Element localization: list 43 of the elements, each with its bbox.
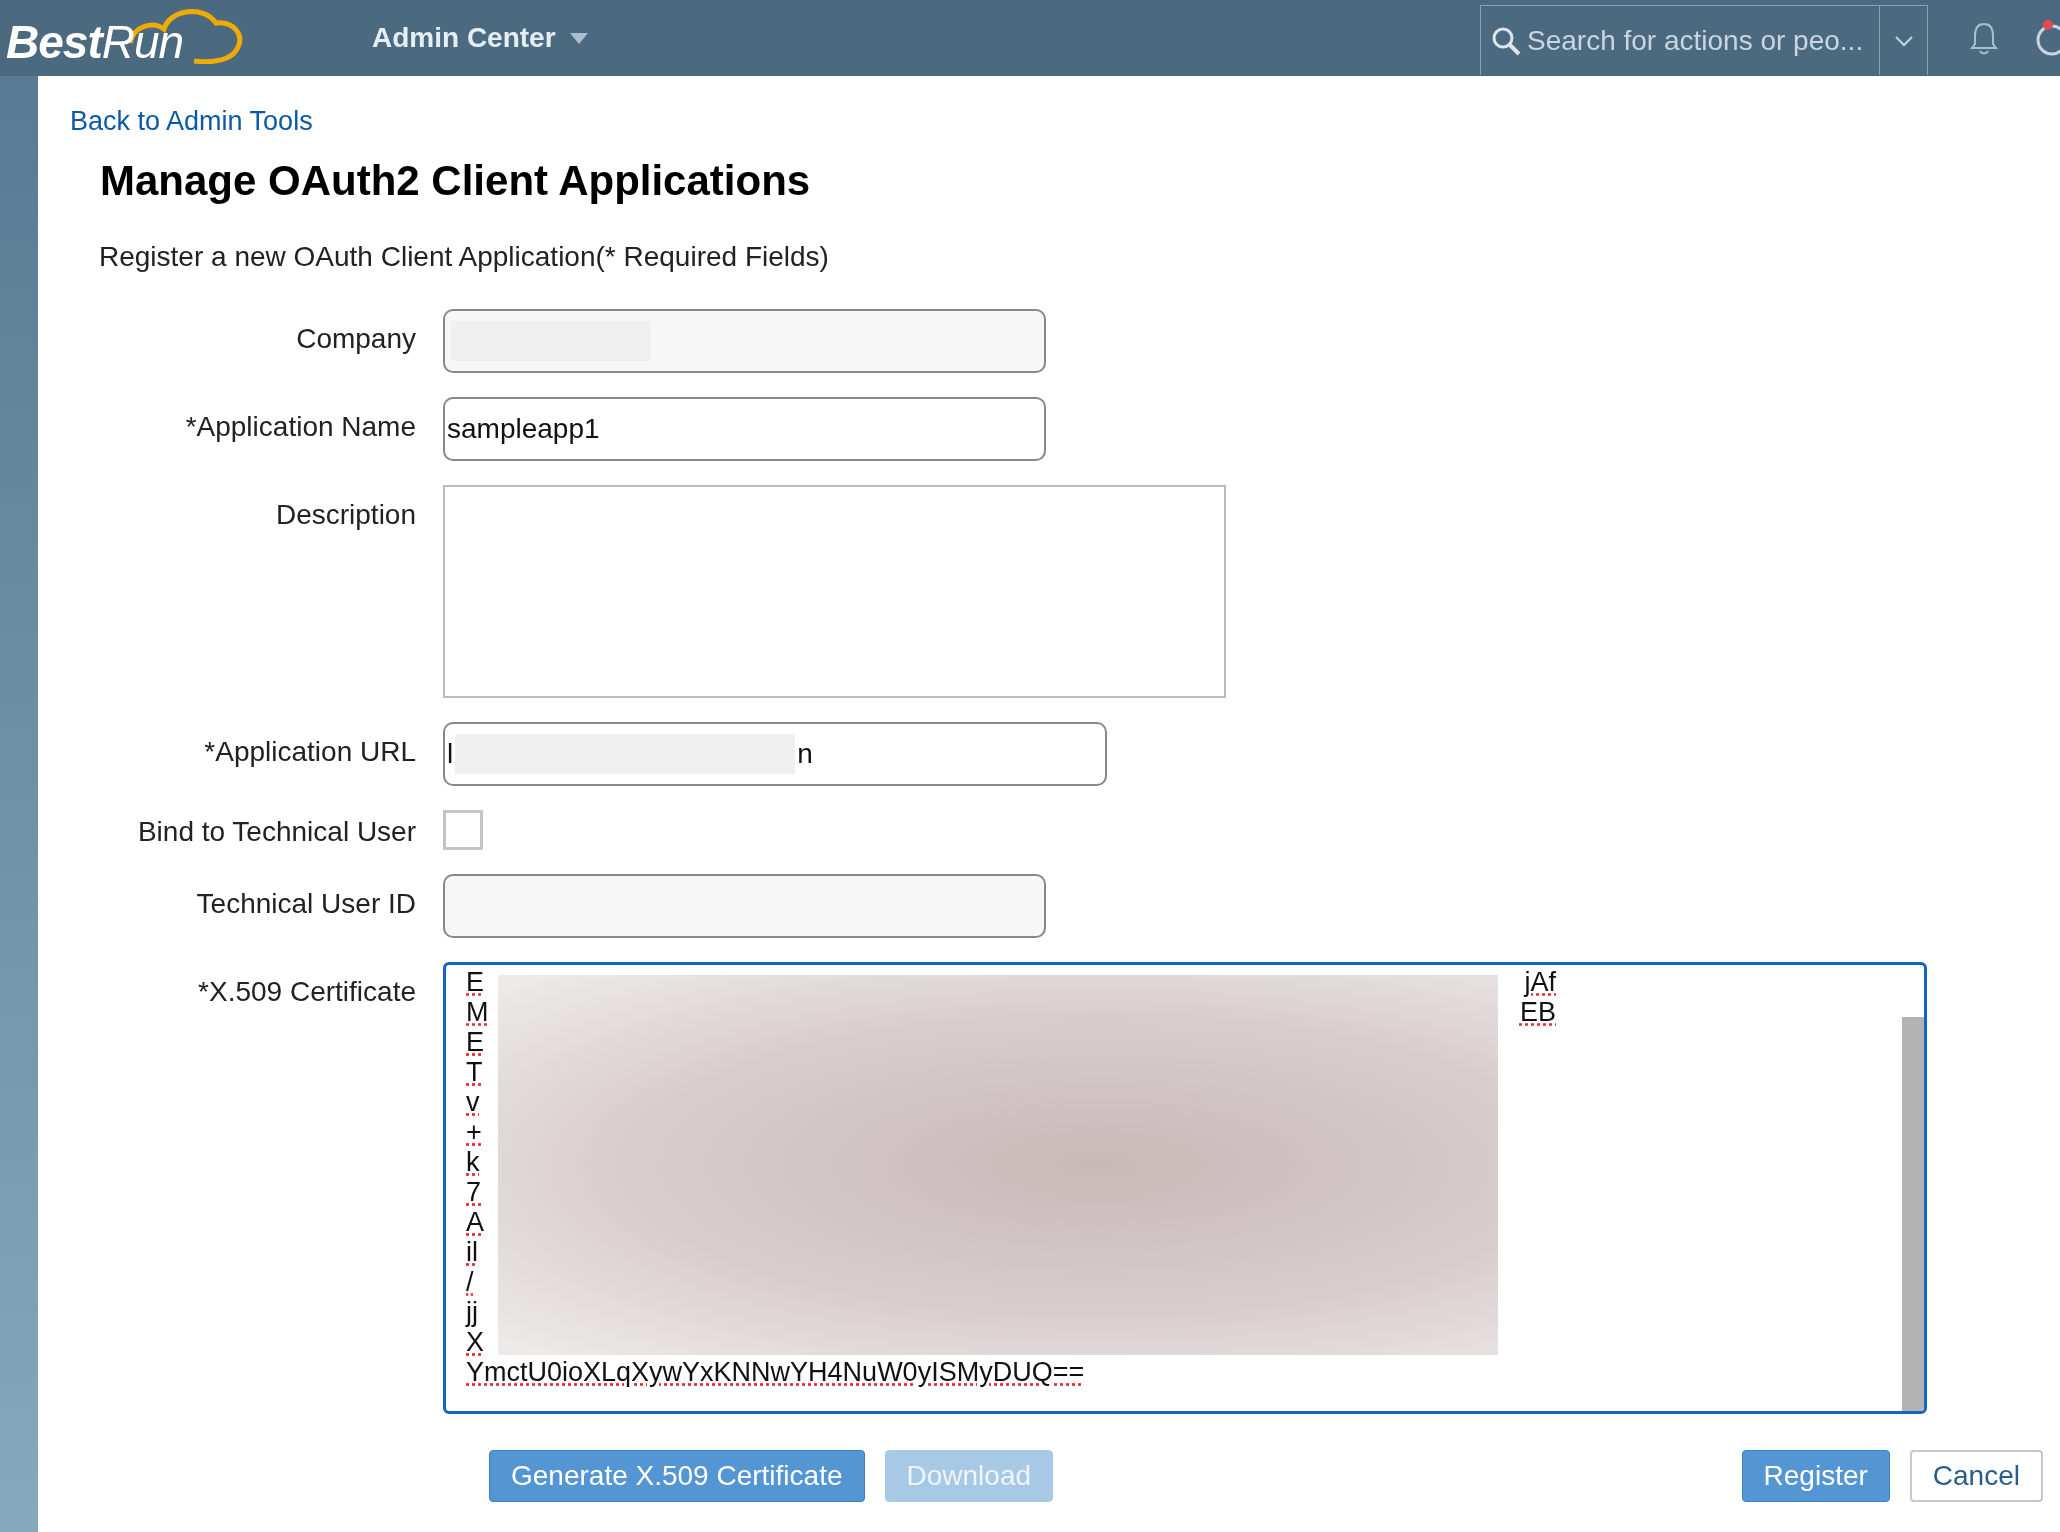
certificate-line: jAf [1524, 967, 1556, 997]
text-area[interactable] [443, 485, 1226, 698]
certificate-line: M [466, 997, 489, 1027]
bell-icon[interactable] [1970, 21, 1998, 55]
certificate-line: + [466, 1117, 482, 1147]
logo-text: BestRun [6, 15, 184, 69]
field-label: *Application Name [184, 410, 416, 443]
scrollbar[interactable] [1902, 1017, 1924, 1411]
certificate-line: 7 [466, 1177, 482, 1207]
form-description: Register a new OAuth Client Application(* Required Fields) [99, 241, 830, 273]
back-link[interactable]: Back to Admin Tools [70, 106, 313, 137]
search-input[interactable]: Search for actions or peo... [1521, 24, 1879, 57]
field-label: Company [295, 322, 416, 355]
field-label: *X.509 Certificate [197, 975, 416, 1008]
certificate-line: A [466, 1207, 484, 1237]
search-icon [1491, 25, 1521, 56]
certificate-line: EB [1519, 997, 1556, 1027]
checkbox[interactable] [443, 810, 483, 850]
chevron-icon [1893, 34, 1914, 47]
certificate-line: T [466, 1057, 483, 1087]
field-label: Technical User ID [195, 887, 416, 920]
input-field[interactable] [443, 874, 1046, 938]
certificate-line: k [466, 1147, 480, 1177]
input-field[interactable] [443, 309, 1046, 373]
certificate-line: YmctU0ioXLqXywYxKNNwYH4NuW0yISMyDUQ== [466, 1357, 1085, 1387]
field-label: *Application URL [203, 735, 416, 768]
certificate-line: il [466, 1237, 478, 1267]
certificate-line: E [466, 1027, 484, 1057]
certificate-line: v [466, 1087, 480, 1117]
caret-icon [569, 32, 588, 44]
field-label: Description [274, 498, 416, 531]
certificate-line: E [466, 967, 484, 997]
search-field[interactable]: Search for actions or peo... [1480, 5, 1928, 75]
certificate-line: jj [466, 1297, 478, 1327]
field-label: Bind to Technical User [136, 815, 416, 848]
input-field[interactable]: sampleapp1 [443, 397, 1046, 461]
certificate-line: / [466, 1267, 474, 1297]
admin-center-menu[interactable]: Admin Center [372, 22, 588, 54]
input-field[interactable]: l n [443, 722, 1107, 786]
certificate-text-area[interactable]: E jAf M EB E T v + k 7 A il / jj X YmctU0ioXLqXywYxKNNwYH4NuW0yISMyDUQ== [443, 962, 1927, 1414]
certificate-line: X [466, 1327, 484, 1357]
cancel-button[interactable]: Cancel [1909, 1450, 2043, 1502]
page-title: Manage OAuth2 Client Applications [100, 157, 812, 205]
